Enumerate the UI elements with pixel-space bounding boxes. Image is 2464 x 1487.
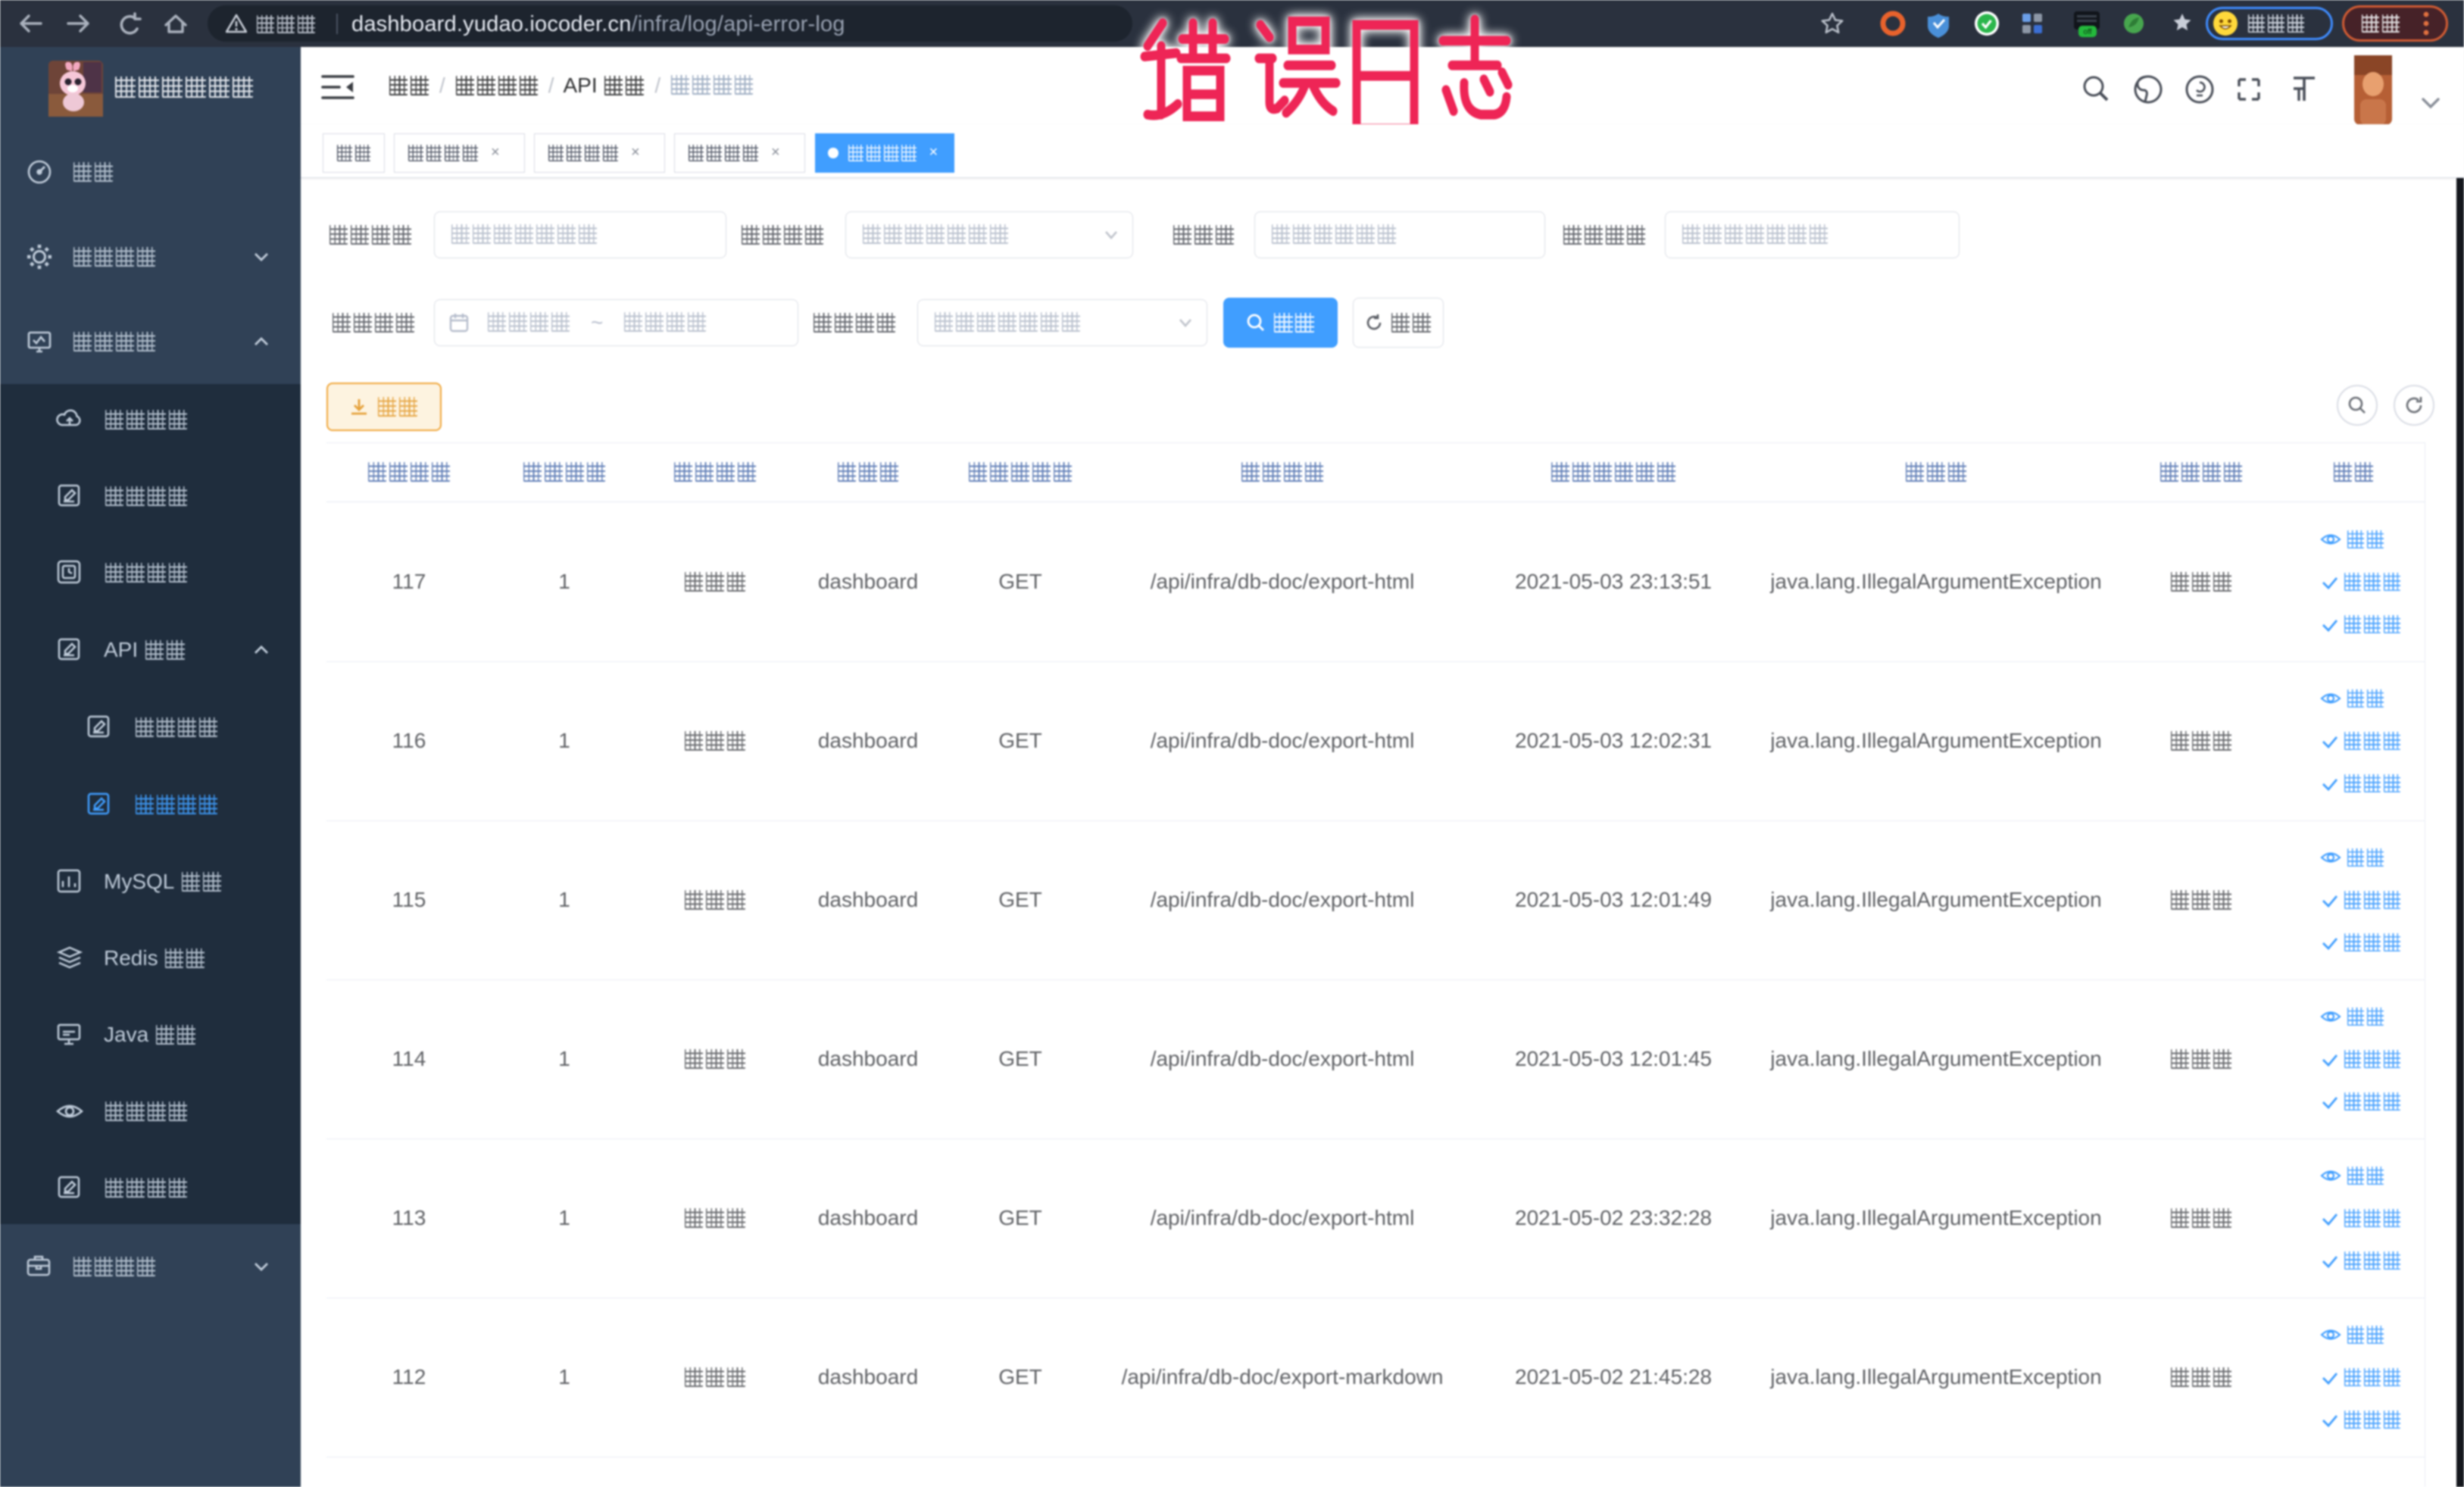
svg-text:off: off xyxy=(2084,28,2092,36)
